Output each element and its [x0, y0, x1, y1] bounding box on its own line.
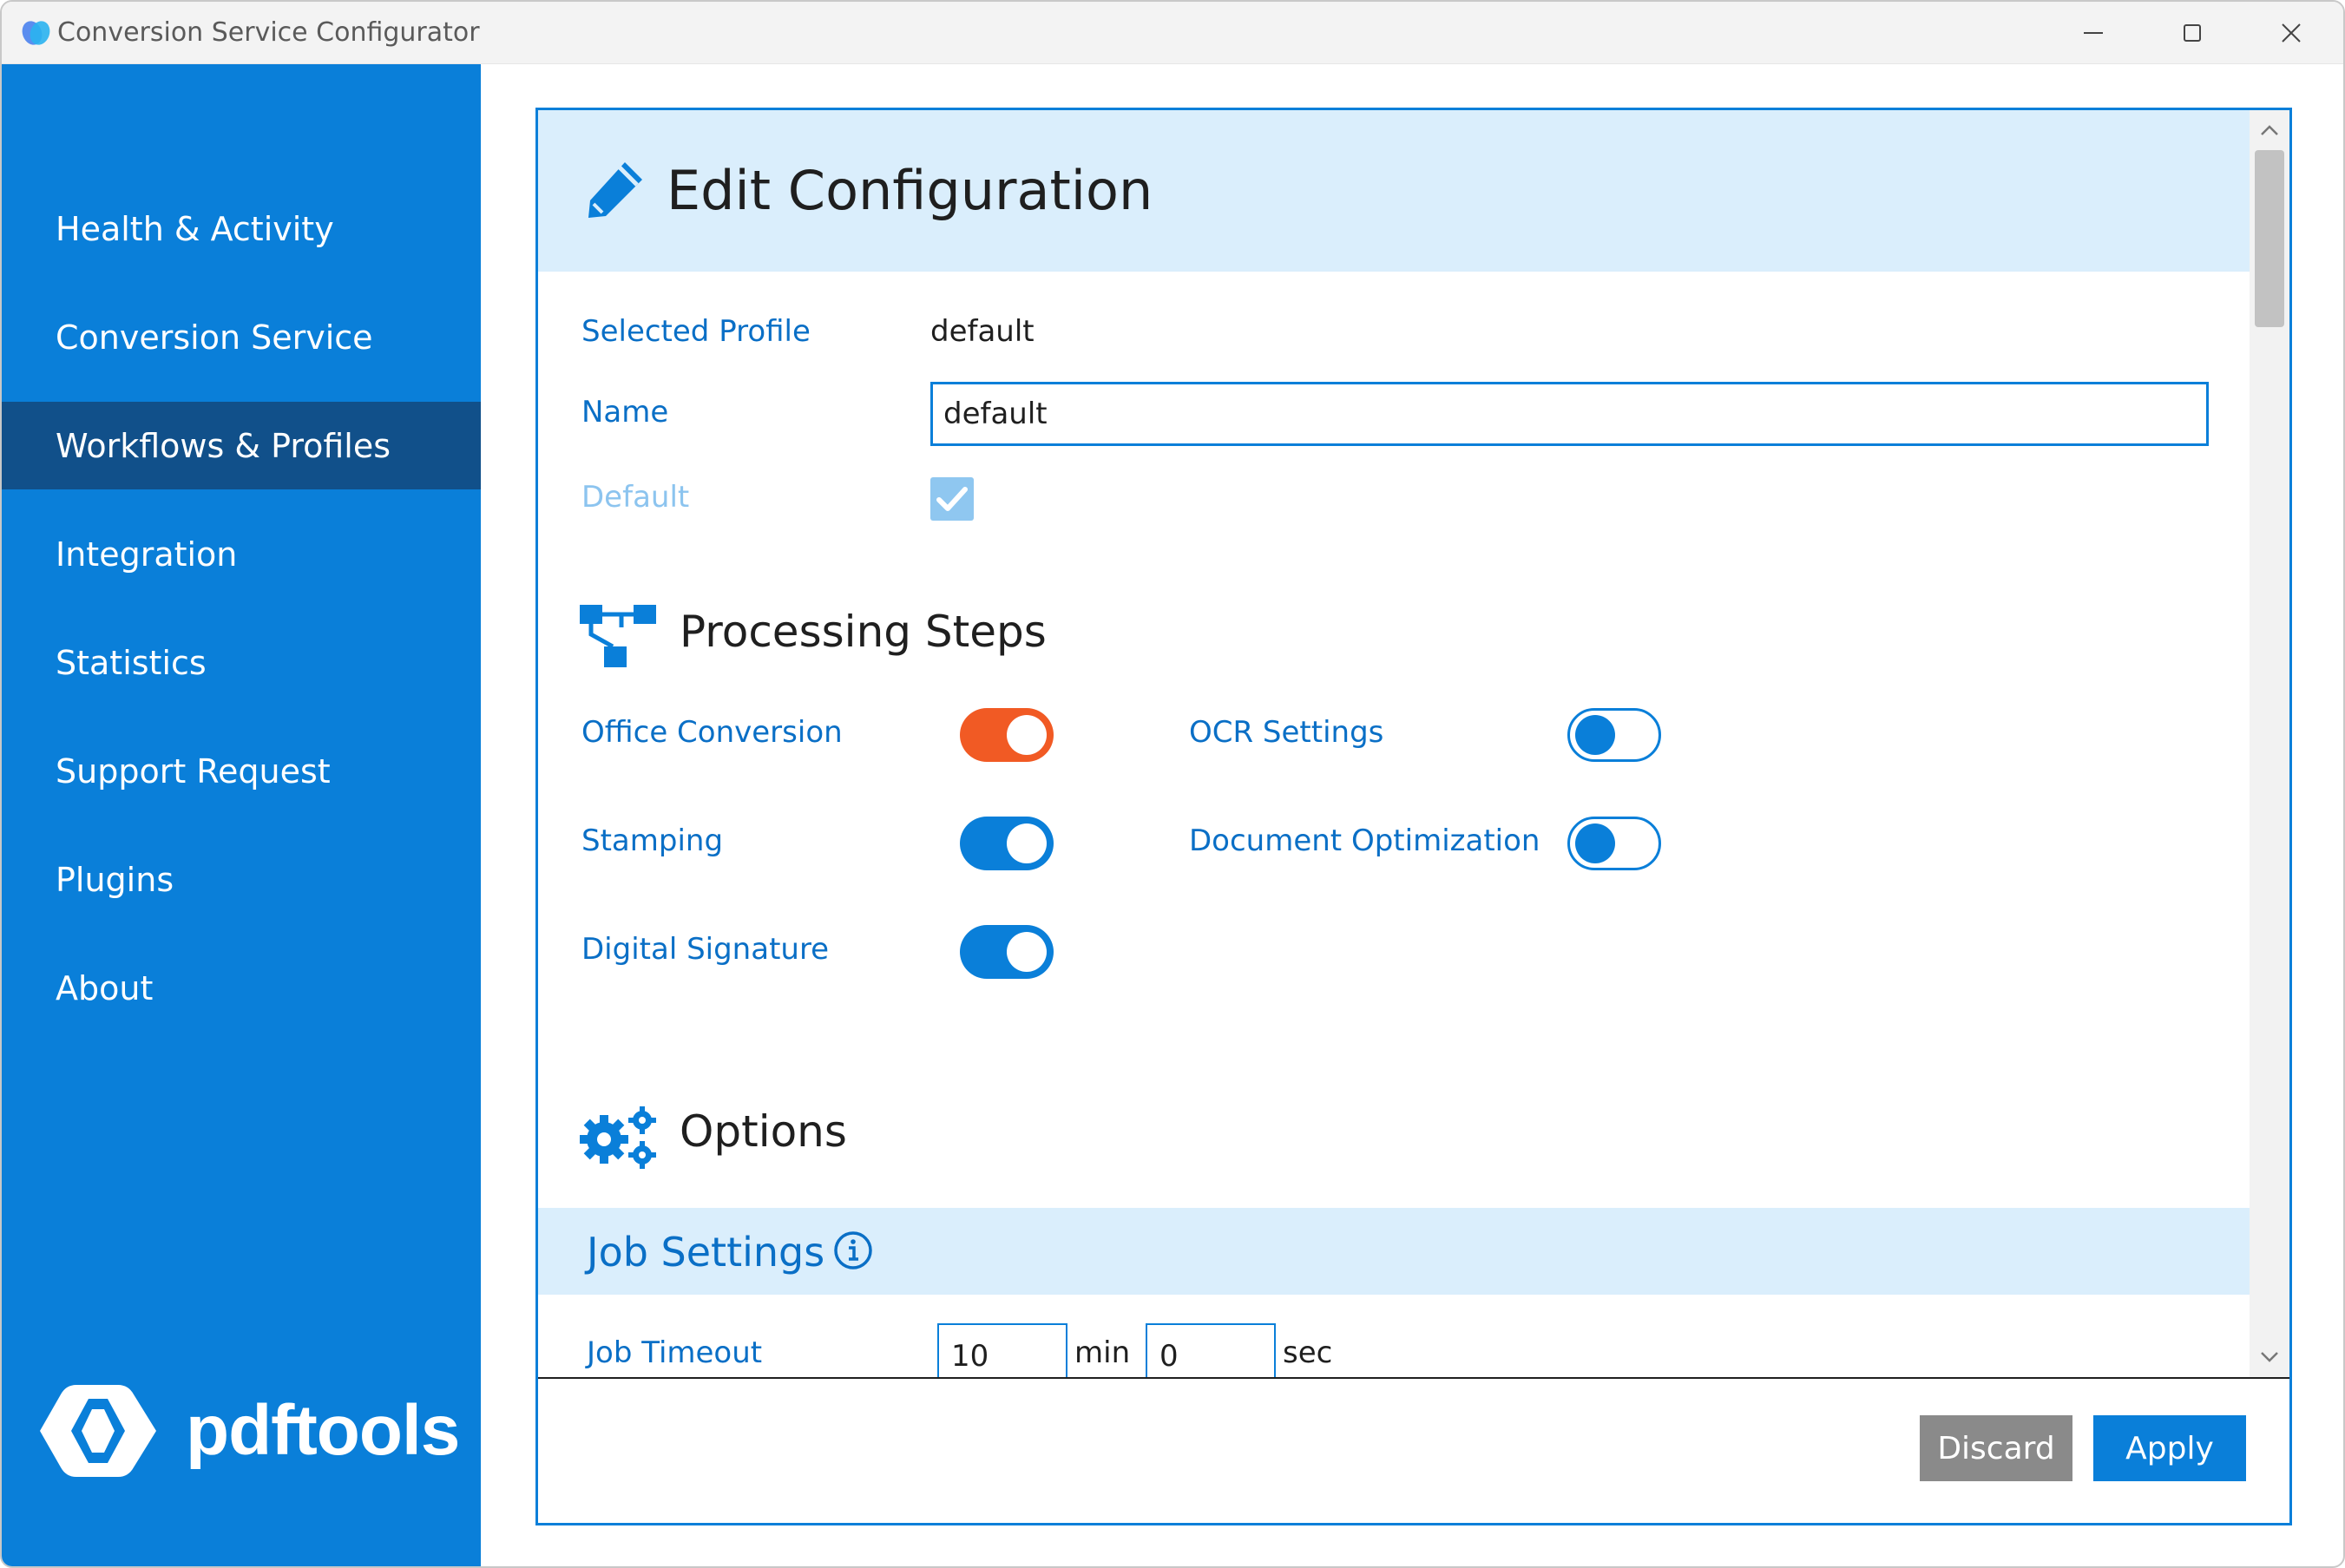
- sidebar-item-plugins[interactable]: Plugins: [2, 836, 481, 923]
- brand-name: pdftools: [186, 1391, 460, 1470]
- workflow-icon: [580, 605, 656, 667]
- timeout-seconds-input[interactable]: 0: [1146, 1323, 1276, 1377]
- panel-scroll-area[interactable]: Edit Configuration Selected Profile defa…: [538, 110, 2250, 1377]
- office-conversion-toggle[interactable]: [960, 708, 1054, 762]
- selected-profile-value: default: [930, 314, 1035, 349]
- minimize-button[interactable]: [2045, 2, 2142, 64]
- scrollbar-thumb[interactable]: [2255, 150, 2284, 327]
- scroll-up-button[interactable]: [2250, 110, 2289, 150]
- sidebar-item-conversion-service[interactable]: Conversion Service: [2, 293, 481, 381]
- chevron-up-icon: [2261, 125, 2278, 135]
- timeout-minutes-input[interactable]: 10: [937, 1323, 1067, 1377]
- vertical-scrollbar[interactable]: [2250, 110, 2289, 1377]
- sidebar-item-support-request[interactable]: Support Request: [2, 727, 481, 815]
- stamping-toggle[interactable]: [960, 817, 1054, 870]
- pdftools-logo-icon: [40, 1385, 156, 1477]
- minimize-icon: [2084, 32, 2103, 34]
- sidebar-item-about[interactable]: About: [2, 944, 481, 1032]
- sidebar-item-health-activity[interactable]: Health & Activity: [2, 185, 481, 272]
- toggle-knob: [1575, 715, 1615, 755]
- default-checkbox[interactable]: [930, 477, 974, 521]
- window-title: Conversion Service Configurator: [57, 17, 480, 48]
- office-conversion-label: Office Conversion: [581, 715, 843, 750]
- close-button[interactable]: [2243, 2, 2340, 64]
- options-title: Options: [680, 1106, 847, 1157]
- info-icon[interactable]: [833, 1230, 873, 1270]
- edit-header: Edit Configuration: [538, 110, 2250, 272]
- sidebar-item-workflows-profiles[interactable]: Workflows & Profiles: [2, 402, 481, 489]
- ocr-settings-toggle[interactable]: [1567, 708, 1661, 762]
- pencil-icon: [588, 162, 642, 218]
- panel-footer: Discard Apply: [538, 1377, 2289, 1523]
- name-label: Name: [581, 395, 669, 430]
- processing-steps-title: Processing Steps: [680, 607, 1047, 657]
- edit-configuration-panel: Edit Configuration Selected Profile defa…: [535, 108, 2292, 1525]
- check-icon: [936, 487, 968, 511]
- title-bar: Conversion Service Configurator: [2, 2, 2343, 64]
- page-title: Edit Configuration: [667, 159, 1153, 222]
- name-input[interactable]: [930, 382, 2209, 446]
- ocr-settings-label: OCR Settings: [1189, 715, 1384, 750]
- job-timeout-label: Job Timeout: [587, 1335, 763, 1370]
- discard-button[interactable]: Discard: [1920, 1415, 2072, 1481]
- brand-logo: pdftools: [35, 1380, 460, 1482]
- document-optimization-label: Document Optimization: [1189, 823, 1540, 858]
- toggle-knob: [1007, 932, 1047, 972]
- job-settings-header: Job Settings: [538, 1208, 2250, 1295]
- document-optimization-toggle[interactable]: [1567, 817, 1661, 870]
- minutes-unit: min: [1074, 1335, 1131, 1370]
- digital-signature-toggle[interactable]: [960, 925, 1054, 979]
- sidebar: Health & Activity Conversion Service Wor…: [2, 64, 481, 1566]
- stamping-label: Stamping: [581, 823, 724, 858]
- default-label: Default: [581, 480, 690, 515]
- toggle-knob: [1007, 823, 1047, 863]
- scroll-down-button[interactable]: [2250, 1337, 2289, 1377]
- toggle-knob: [1007, 715, 1047, 755]
- sidebar-item-integration[interactable]: Integration: [2, 510, 481, 598]
- gears-icon: [580, 1106, 656, 1169]
- job-settings-title: Job Settings: [587, 1229, 825, 1276]
- maximize-button[interactable]: [2144, 2, 2241, 64]
- seconds-unit: sec: [1283, 1335, 1333, 1370]
- app-window: Conversion Service Configurator Health &…: [0, 0, 2345, 1568]
- apply-button[interactable]: Apply: [2093, 1415, 2246, 1481]
- digital-signature-label: Digital Signature: [581, 932, 830, 967]
- chevron-down-icon: [2261, 1352, 2278, 1362]
- toggle-knob: [1575, 823, 1615, 863]
- app-icon: [22, 21, 50, 45]
- selected-profile-label: Selected Profile: [581, 314, 811, 349]
- maximize-icon: [2184, 24, 2201, 42]
- sidebar-item-statistics[interactable]: Statistics: [2, 619, 481, 706]
- close-icon: [2282, 23, 2301, 43]
